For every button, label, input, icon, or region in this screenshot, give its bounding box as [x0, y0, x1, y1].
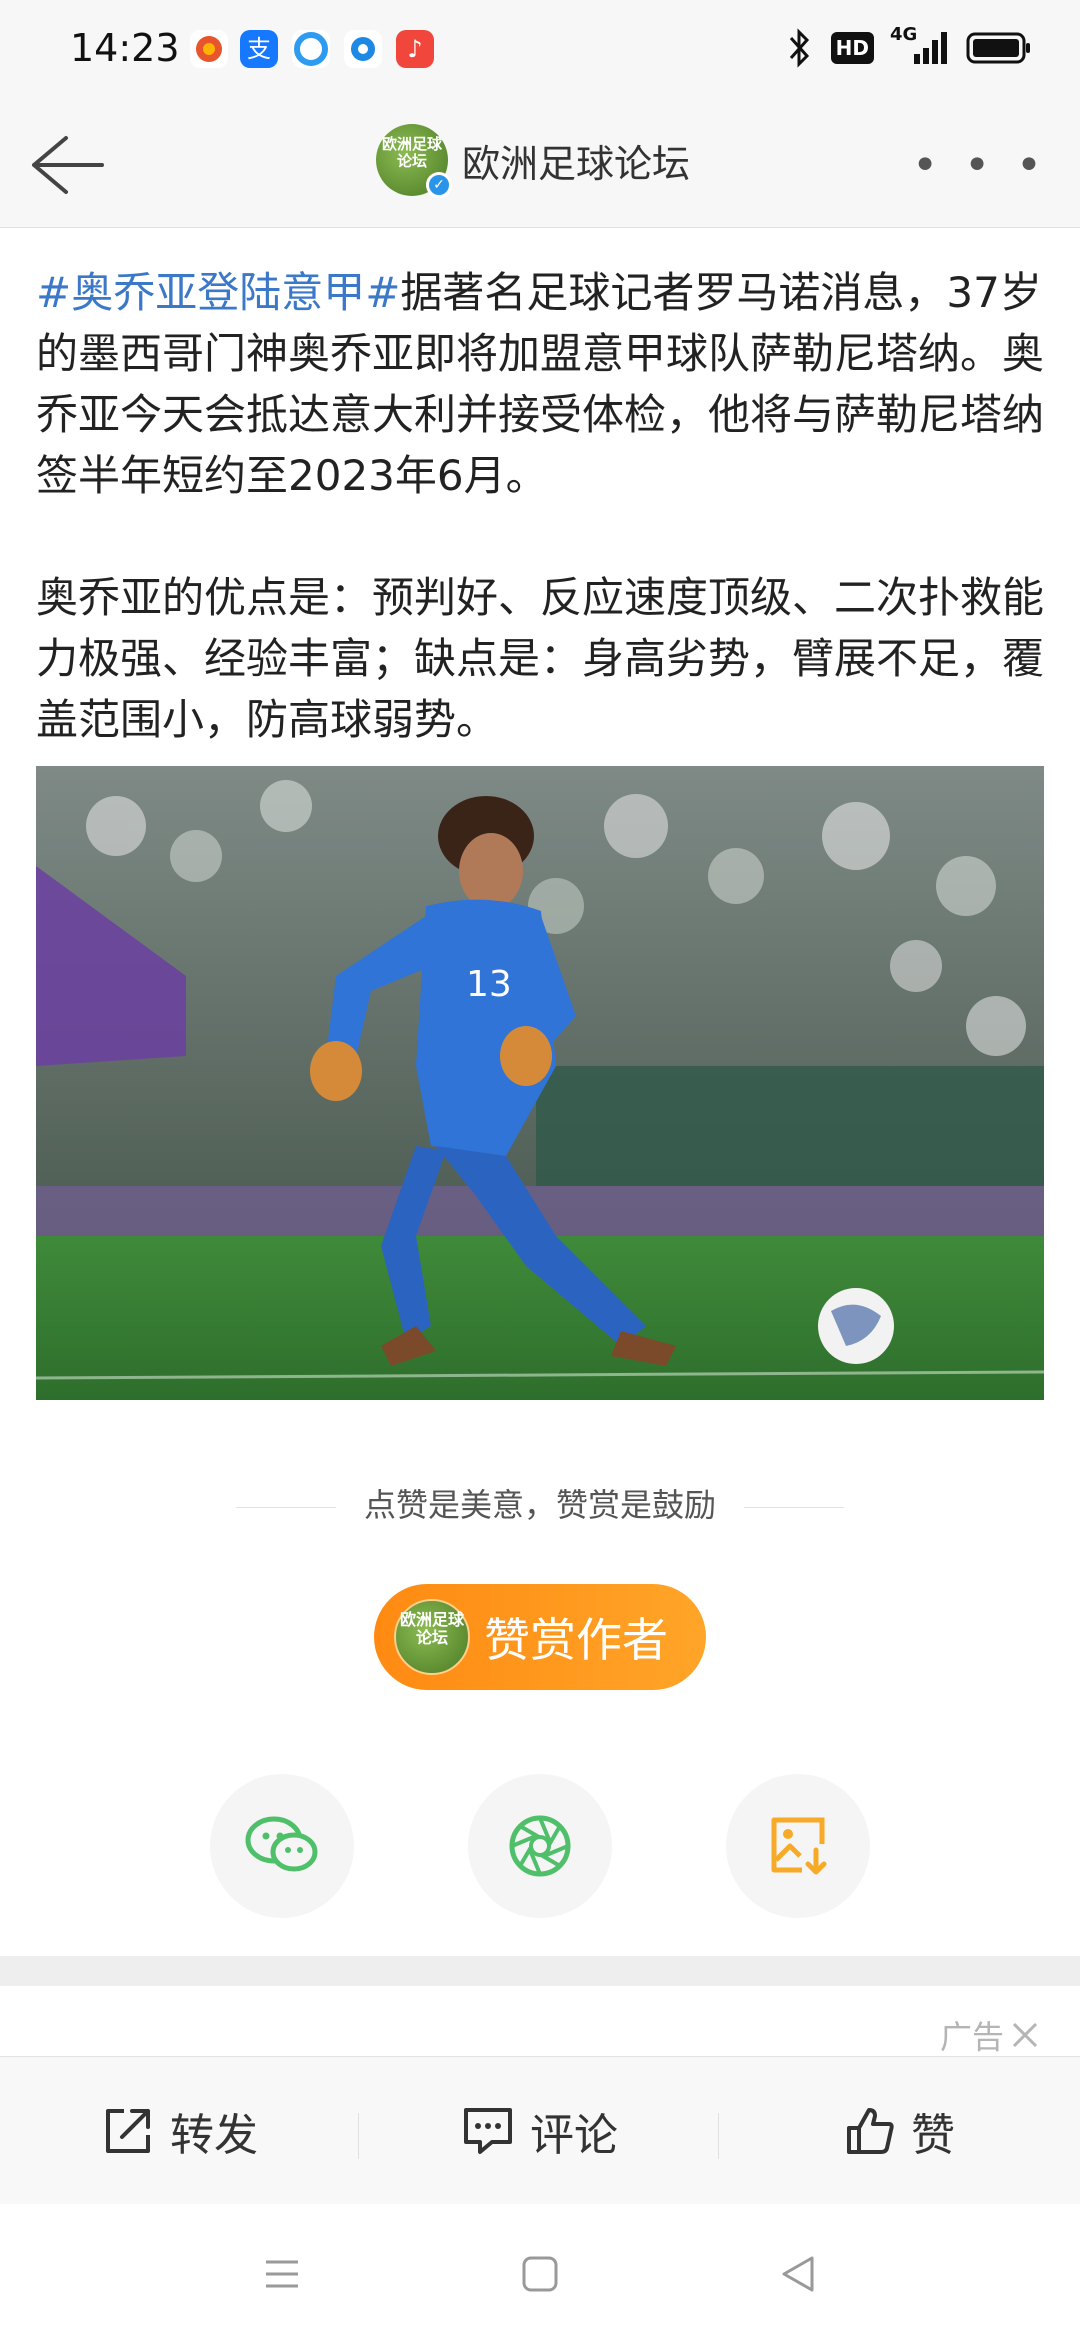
bluetooth-icon — [789, 28, 809, 68]
post-paragraph-1: #奥乔亚登陆意甲#据著名足球记者罗马诺消息，37岁的墨西哥门神奥乔亚即将加盟意甲… — [36, 262, 1046, 506]
status-time: 14:23 — [70, 26, 180, 70]
reward-hint: 点赞是美意，赞赏是鼓励 — [0, 1480, 1080, 1526]
menu-nav-button[interactable] — [252, 2244, 312, 2304]
save-image-button[interactable] — [726, 1774, 870, 1918]
status-indicators: HD 4G — [785, 24, 1032, 68]
home-nav-button[interactable] — [510, 2244, 570, 2304]
forward-button[interactable]: 转发 — [0, 2057, 360, 2205]
section-divider — [0, 1956, 1080, 1986]
avatar-text: 欧洲足球论坛 — [381, 135, 442, 170]
avatar[interactable]: 欧洲足球论坛 ✓ — [376, 124, 452, 198]
forward-icon — [106, 2109, 150, 2153]
back-button[interactable] — [26, 130, 106, 200]
account-name[interactable]: 欧洲足球论坛 — [462, 133, 690, 188]
top-nav-bar: 欧洲足球论坛 ✓ 欧洲足球论坛 • • • — [0, 100, 1080, 228]
reward-hint-text: 点赞是美意，赞赏是鼓励 — [363, 1486, 716, 1524]
like-button[interactable]: 赞 — [720, 2057, 1080, 2205]
post-content: #奥乔亚登陆意甲#据著名足球记者罗马诺消息，37岁的墨西哥门神奥乔亚即将加盟意甲… — [36, 262, 1046, 750]
home-square-icon — [522, 2256, 558, 2292]
alipay-icon: 支 — [240, 30, 278, 68]
comment-label: 评论 — [530, 2110, 618, 2161]
verified-badge-icon: ✓ — [426, 172, 452, 198]
hashtag-link[interactable]: #奥乔亚登陆意甲# — [36, 268, 400, 317]
comment-button[interactable]: 评论 — [360, 2057, 720, 2205]
reward-author-button[interactable]: 欧洲足球论坛 赞赏作者 — [374, 1584, 706, 1690]
reward-button-label: 赞赏作者 — [484, 1613, 668, 1667]
notification-app-icon-1 — [190, 30, 228, 68]
share-wechat-button[interactable] — [210, 1774, 354, 1918]
more-options-button[interactable]: • • • — [912, 140, 1048, 191]
reward-avatar: 欧洲足球论坛 — [394, 1599, 470, 1675]
account-info[interactable]: 欧洲足球论坛 ✓ 欧洲足球论坛 — [376, 124, 690, 198]
back-arrow-icon — [32, 136, 104, 194]
divider-line-left — [235, 1506, 336, 1508]
ad-label-text: 广告 — [939, 2018, 1004, 2056]
moments-icon — [509, 1815, 571, 1877]
share-moments-button[interactable] — [468, 1774, 612, 1918]
status-bar: 14:23 支 ♪ HD 4G — [0, 0, 1080, 100]
ad-label: 广告 — [940, 2012, 1040, 2058]
thumbs-up-icon — [847, 2108, 894, 2154]
post-image[interactable]: 13 — [36, 766, 1044, 1400]
menu-icon — [266, 2260, 298, 2288]
hd-badge: HD — [830, 32, 874, 64]
system-nav-bar — [0, 2204, 1080, 2340]
post-paragraph-2: 奥乔亚的优点是：预判好、反应速度顶级、二次扑救能力极强、经验丰富；缺点是：身高劣… — [36, 573, 1045, 744]
back-nav-button[interactable] — [768, 2244, 828, 2304]
signal-icon: 4G — [890, 24, 950, 68]
battery-icon — [966, 32, 1030, 64]
divider-line-right — [744, 1506, 845, 1508]
bottom-action-bar: 转发 评论 赞 — [0, 2056, 1080, 2204]
like-label: 赞 — [911, 2110, 955, 2161]
notification-app-icon-4 — [344, 30, 382, 68]
forward-label: 转发 — [170, 2110, 258, 2161]
save-image-icon — [771, 1817, 827, 1875]
network-type: 4G — [890, 24, 918, 45]
back-triangle-icon — [782, 2256, 814, 2292]
notification-app-icon-3 — [292, 30, 330, 68]
close-ad-icon[interactable] — [1010, 2020, 1040, 2050]
music-app-icon: ♪ — [396, 30, 434, 68]
action-separator-2 — [718, 2113, 719, 2159]
comment-icon — [464, 2108, 512, 2154]
jersey-number: 13 — [466, 964, 512, 1005]
wechat-icon — [245, 1816, 318, 1872]
action-separator-1 — [358, 2113, 359, 2159]
